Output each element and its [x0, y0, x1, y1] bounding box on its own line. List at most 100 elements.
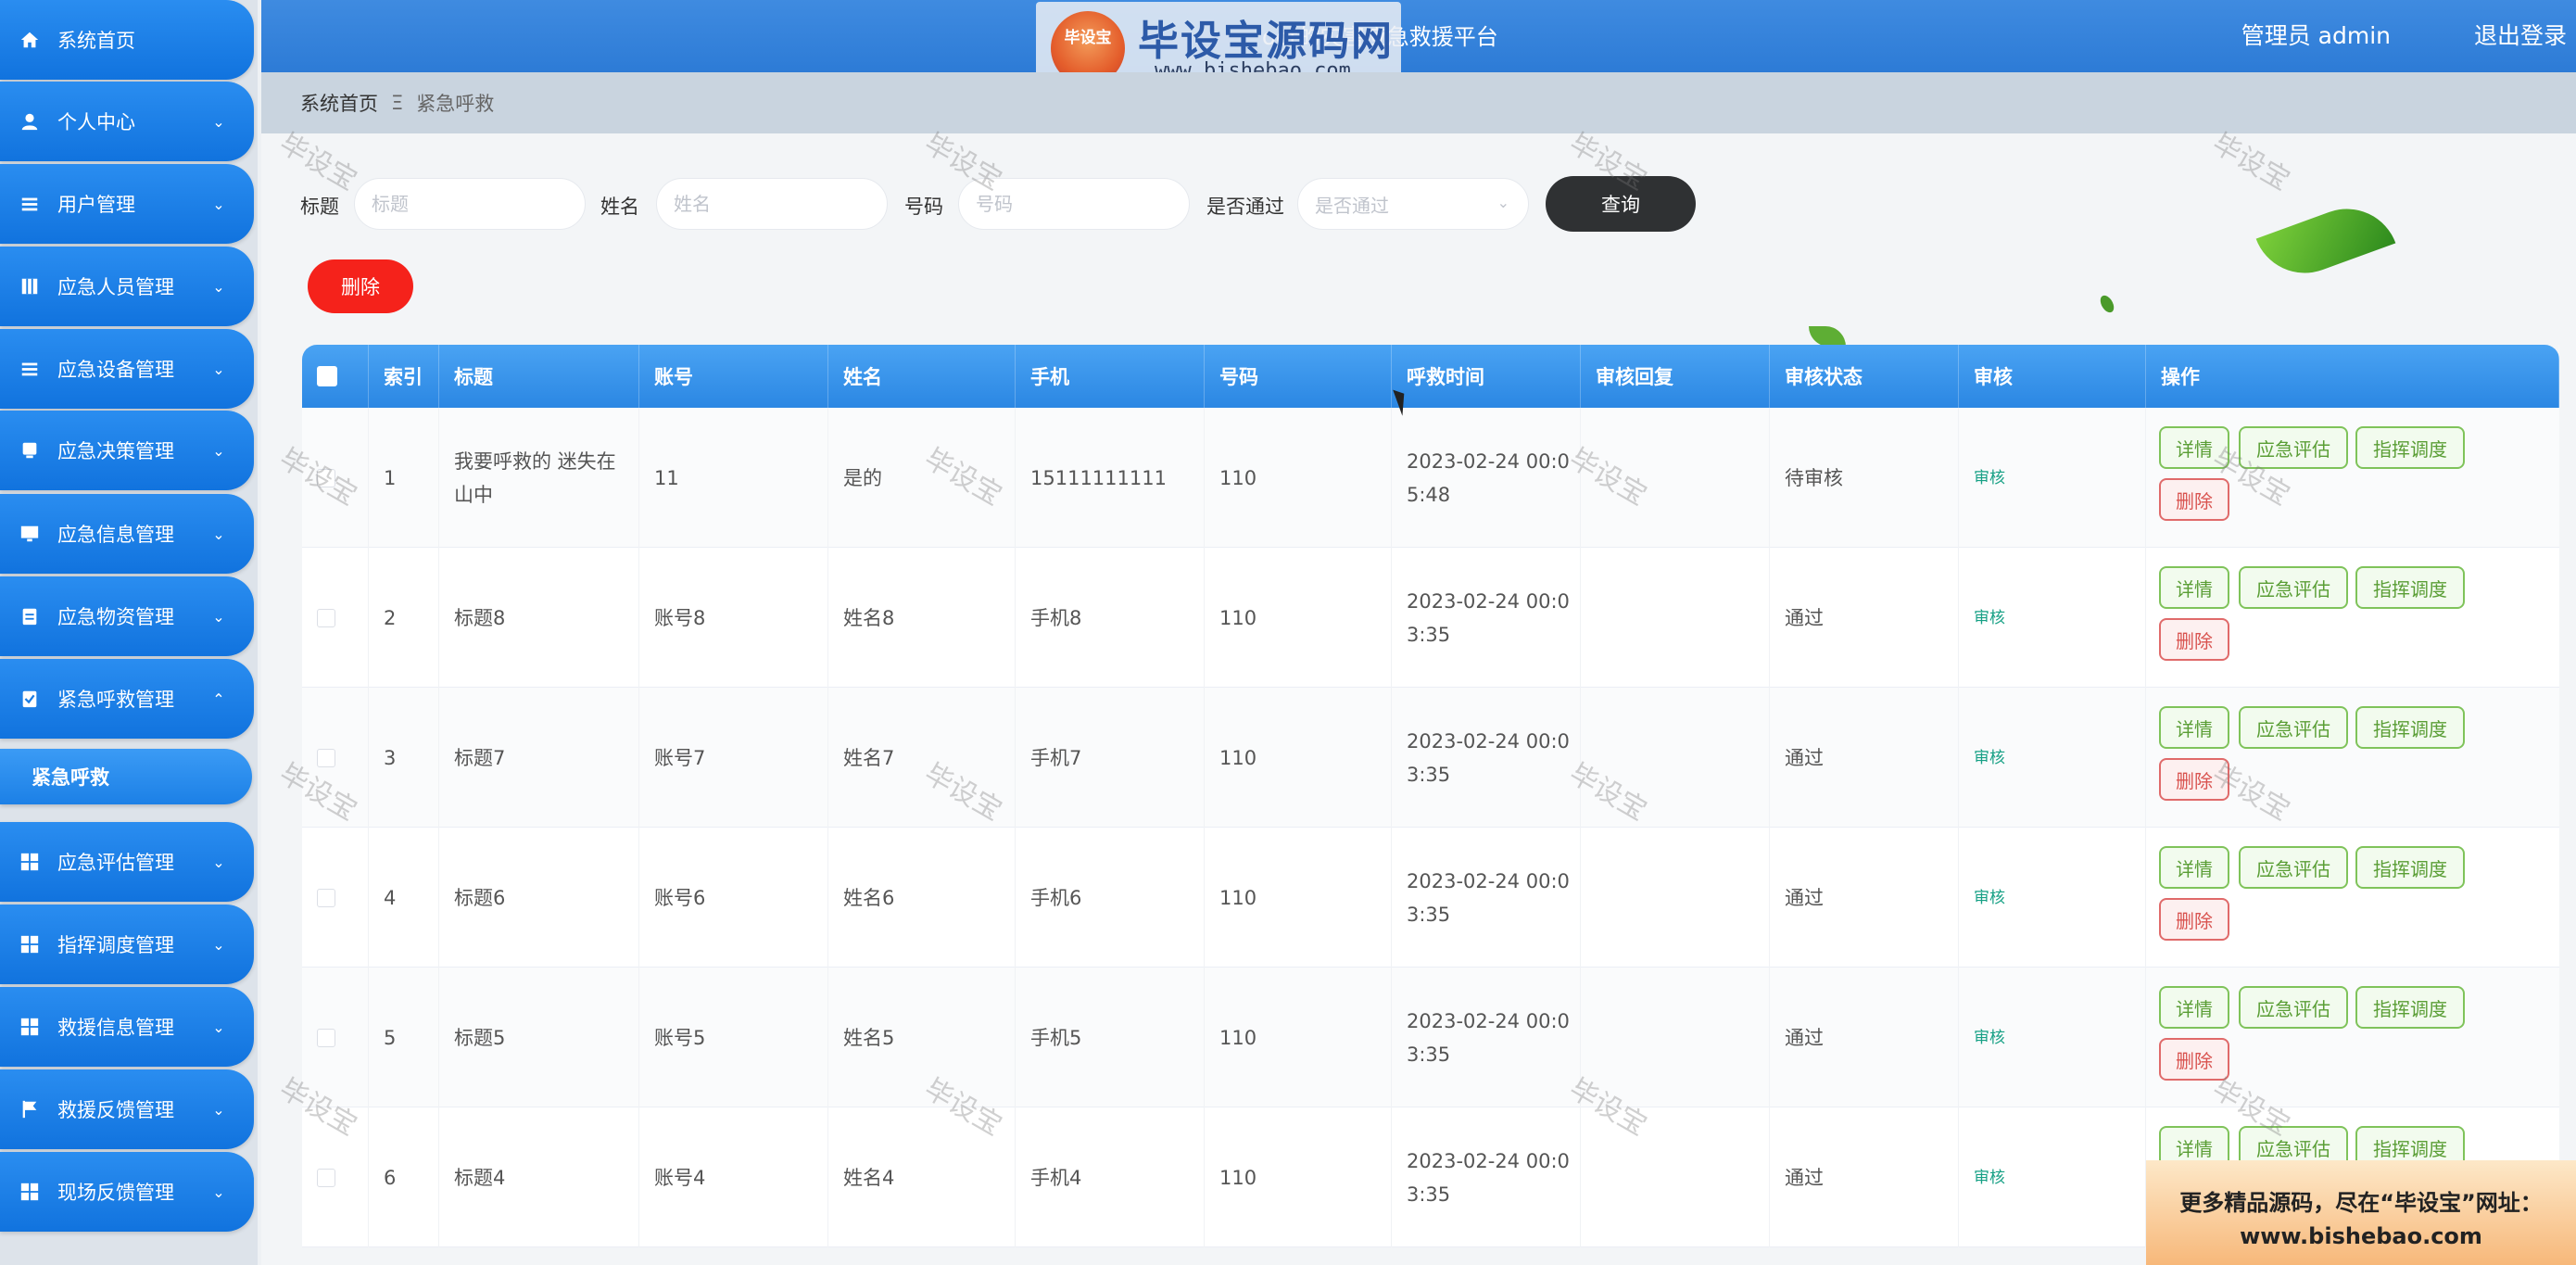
column-header: 索引 — [369, 345, 439, 408]
breadcrumb-home[interactable]: 系统首页 — [300, 89, 378, 117]
sidebar-item[interactable]: 系统首页 — [0, 0, 254, 80]
cell-index: 5 — [369, 968, 439, 1107]
status-text: 通过 — [1785, 746, 1824, 769]
index-text: 2 — [384, 606, 397, 629]
cell-number: 110 — [1205, 1107, 1392, 1247]
audit-link[interactable]: 审核 — [1974, 741, 2005, 775]
index-text: 5 — [384, 1026, 397, 1049]
assess-button[interactable]: 应急评估 — [2239, 986, 2348, 1029]
sidebar-item[interactable]: 应急决策管理 ⌄ — [0, 411, 254, 490]
dispatch-button[interactable]: 指挥调度 — [2355, 566, 2465, 609]
pass-select[interactable]: 是否通过 ⌄ — [1297, 178, 1529, 230]
cell-index: 1 — [369, 408, 439, 548]
dispatch-button[interactable]: 指挥调度 — [2355, 426, 2465, 469]
row-checkbox[interactable] — [317, 608, 335, 627]
name-text: 是的 — [843, 466, 882, 489]
pass-filter-label: 是否通过 — [1206, 196, 1284, 218]
home-icon — [19, 29, 41, 51]
sidebar-item[interactable]: 用户管理 ⌄ — [0, 164, 254, 244]
breadcrumb-current: 紧急呼救 — [416, 93, 495, 115]
sidebar-item[interactable]: 指挥调度管理 ⌄ — [0, 904, 254, 984]
batch-delete-button[interactable]: 删除 — [308, 259, 413, 313]
name-text: 姓名7 — [843, 746, 895, 769]
index-text: 3 — [384, 746, 397, 769]
cell-name: 姓名5 — [828, 968, 1016, 1107]
top-header: oot的灾害应急救援平台 管理员 admin 退出登录 — [261, 0, 2576, 72]
time-text: 2023-02-24 00:03:35 — [1407, 1149, 1570, 1206]
row-checkbox[interactable] — [317, 888, 335, 907]
row-delete-button[interactable]: 删除 — [2159, 1038, 2229, 1081]
row-checkbox[interactable] — [317, 1168, 335, 1187]
dispatch-button[interactable]: 指挥调度 — [2355, 706, 2465, 749]
sidebar-item[interactable]: 应急评估管理 ⌄ — [0, 822, 254, 902]
sidebar-item[interactable]: 个人中心 ⌄ — [0, 82, 254, 161]
row-checkbox[interactable] — [317, 748, 335, 767]
assess-button[interactable]: 应急评估 — [2239, 706, 2348, 749]
sidebar-item-label: 应急设备管理 — [57, 359, 174, 381]
status-text: 通过 — [1785, 886, 1824, 909]
sidebar-item[interactable]: 应急设备管理 ⌄ — [0, 329, 254, 409]
sidebar-item[interactable]: 应急信息管理 ⌄ — [0, 494, 254, 574]
row-checkbox[interactable] — [317, 468, 335, 487]
audit-link[interactable]: 审核 — [1974, 462, 2005, 495]
detail-button[interactable]: 详情 — [2159, 986, 2229, 1029]
sidebar-subitem-emergency-call[interactable]: 紧急呼救 — [0, 749, 252, 804]
sidebar-item-label: 救援信息管理 — [57, 1017, 174, 1039]
title-text: 标题7 — [454, 746, 506, 769]
sidebar-item-label: 指挥调度管理 — [57, 934, 174, 956]
sidebar-item[interactable]: 应急物资管理 ⌄ — [0, 576, 254, 656]
column-header: 标题 — [439, 345, 639, 408]
audit-link[interactable]: 审核 — [1974, 881, 2005, 915]
assess-button[interactable]: 应急评估 — [2239, 566, 2348, 609]
row-actions: 详情应急评估指挥调度删除 — [2146, 408, 2559, 548]
sidebar-item-label: 应急物资管理 — [57, 606, 174, 628]
cell-title: 标题7 — [439, 688, 639, 828]
sidebar-item-label: 系统首页 — [57, 30, 135, 52]
sidebar: 系统首页个人中心 ⌄ 用户管理 ⌄ 应急人员管理 ⌄ 应急设备管理 ⌄ 应急决策管理 ⌄ 应急信息管… — [0, 0, 258, 1265]
cell-title: 我要呼救的 迷失在山中 — [439, 408, 639, 548]
cell-phone: 手机6 — [1016, 828, 1205, 968]
account-text: 账号8 — [654, 606, 706, 629]
detail-button[interactable]: 详情 — [2159, 566, 2229, 609]
row-delete-button[interactable]: 删除 — [2159, 618, 2229, 661]
sidebar-item[interactable]: 紧急呼救管理 ⌃ — [0, 659, 254, 739]
sidebar-item[interactable]: 现场反馈管理 ⌄ — [0, 1152, 254, 1232]
assess-button[interactable]: 应急评估 — [2239, 846, 2348, 889]
cell-name: 姓名6 — [828, 828, 1016, 968]
logout-link[interactable]: 退出登录 — [2474, 18, 2567, 51]
detail-button[interactable]: 详情 — [2159, 846, 2229, 889]
promo-line-1: 更多精品源码，尽在“毕设宝”网址： — [2179, 1190, 2543, 1216]
dispatch-button[interactable]: 指挥调度 — [2355, 986, 2465, 1029]
row-select-cell — [302, 548, 369, 688]
select-all-checkbox[interactable] — [317, 366, 337, 386]
name-search-input[interactable] — [656, 178, 888, 230]
dispatch-button[interactable]: 指挥调度 — [2355, 846, 2465, 889]
query-button[interactable]: 查询 — [1546, 176, 1696, 232]
row-delete-button[interactable]: 删除 — [2159, 898, 2229, 941]
cell-title: 标题4 — [439, 1107, 639, 1247]
row-actions: 详情应急评估指挥调度删除 — [2146, 828, 2559, 968]
audit-link[interactable]: 审核 — [1974, 1021, 2005, 1055]
sidebar-item[interactable]: 应急人员管理 ⌄ — [0, 247, 254, 326]
account-text: 账号6 — [654, 886, 706, 909]
table-row: 4 标题6 账号6 姓名6 手机6 110 2023-02-24 00:03:35 通过 审核 详… — [302, 828, 2559, 968]
title-search-input[interactable] — [354, 178, 586, 230]
row-delete-button[interactable]: 删除 — [2159, 478, 2229, 521]
row-delete-button[interactable]: 删除 — [2159, 758, 2229, 801]
cell-status: 通过 — [1770, 688, 1959, 828]
column-header: 账号 — [639, 345, 828, 408]
detail-button[interactable]: 详情 — [2159, 426, 2229, 469]
assess-button[interactable]: 应急评估 — [2239, 426, 2348, 469]
detail-button[interactable]: 详情 — [2159, 706, 2229, 749]
status-text: 待审核 — [1785, 466, 1843, 489]
sidebar-item[interactable]: 救援信息管理 ⌄ — [0, 987, 254, 1067]
row-checkbox[interactable] — [317, 1028, 335, 1047]
doc-icon — [19, 439, 41, 462]
number-search-input[interactable] — [958, 178, 1190, 230]
cell-name: 姓名8 — [828, 548, 1016, 688]
grid-icon — [19, 851, 41, 873]
audit-link[interactable]: 审核 — [1974, 601, 2005, 635]
promo-line-2: www.bishebao.com — [2240, 1223, 2482, 1249]
sidebar-item[interactable]: 救援反馈管理 ⌄ — [0, 1069, 254, 1149]
audit-link[interactable]: 审核 — [1974, 1161, 2005, 1195]
